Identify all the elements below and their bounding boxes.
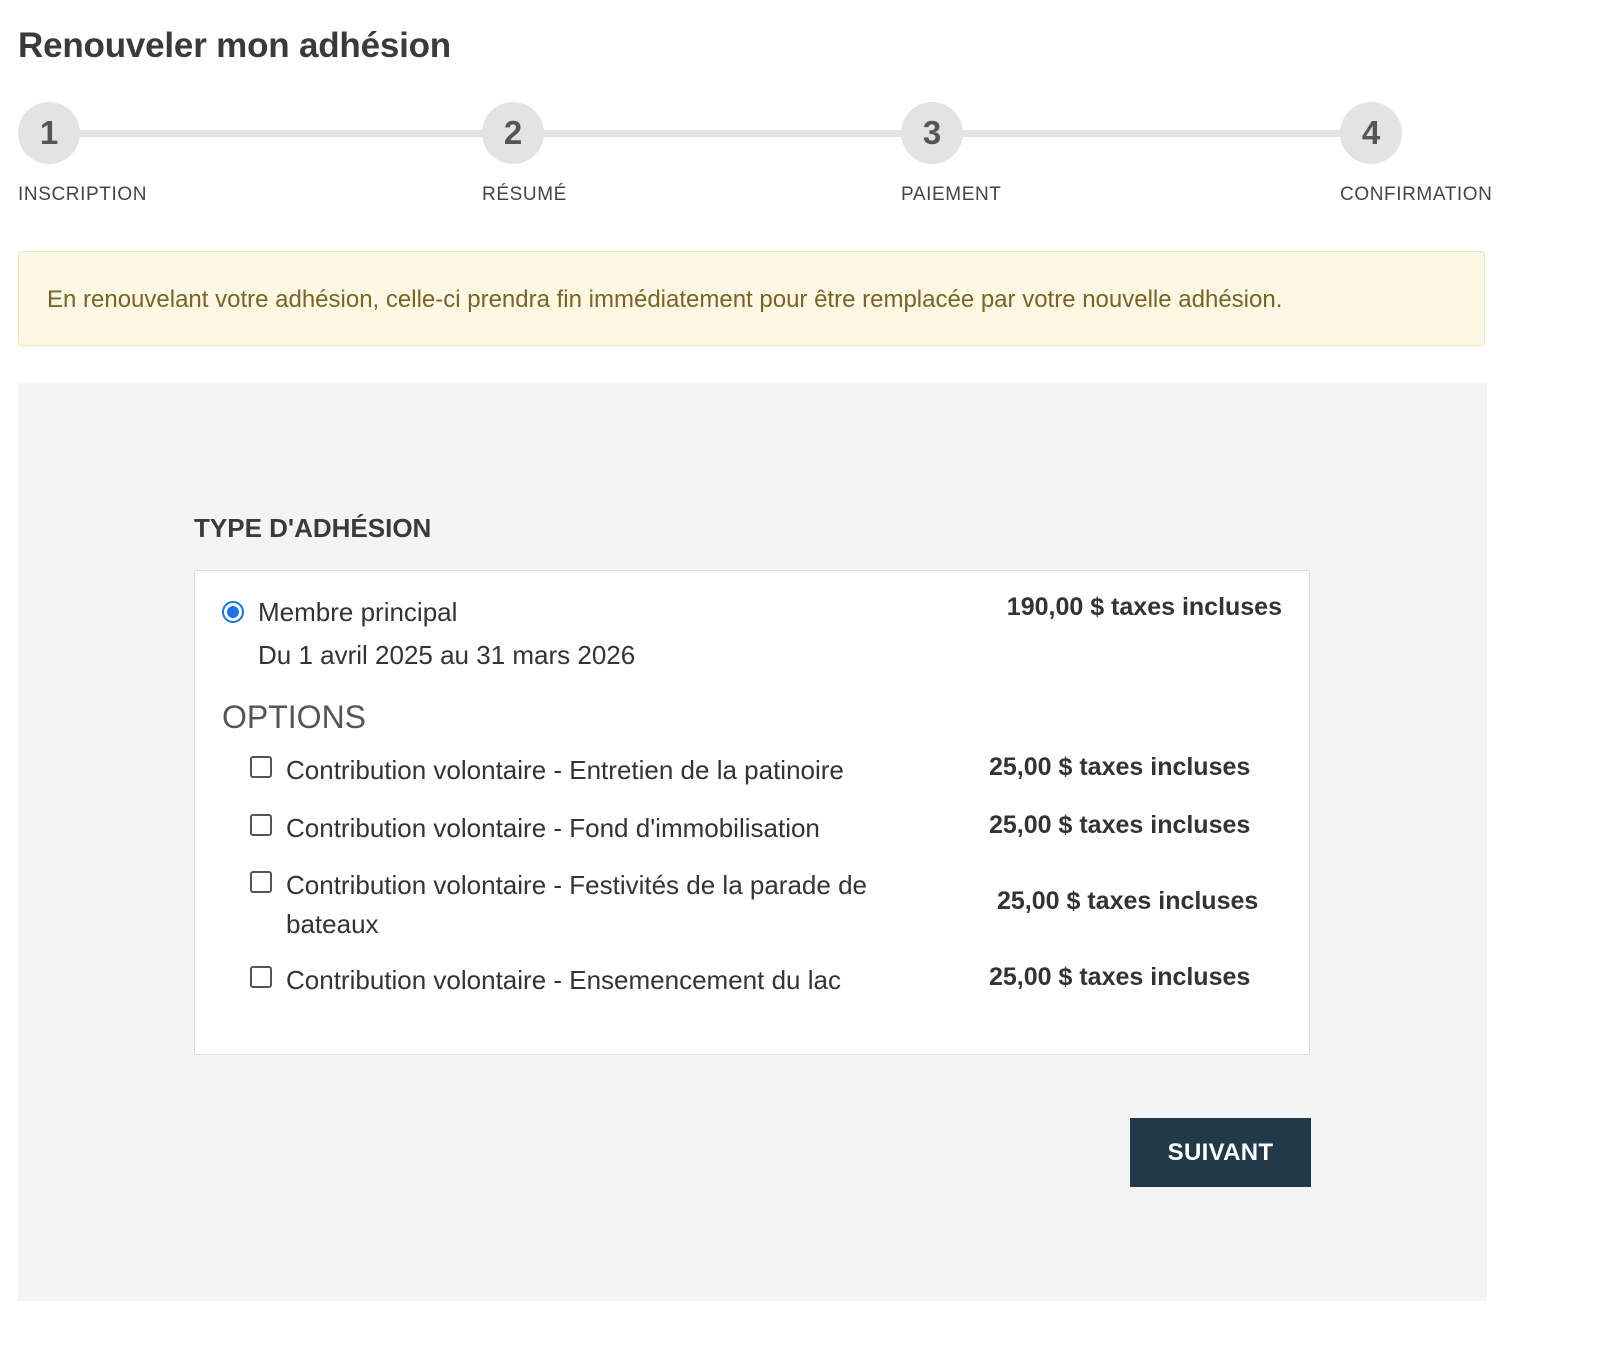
- step-number: 1: [18, 102, 80, 164]
- step-resume: 2 RÉSUMÉ: [482, 102, 566, 205]
- membership-radio[interactable]: [222, 601, 244, 623]
- step-label: INSCRIPTION: [18, 184, 148, 205]
- membership-type-title: TYPE D'ADHÉSION: [194, 513, 432, 543]
- step-number: 4: [1340, 102, 1402, 164]
- membership-price: 190,00 $ taxes incluses: [1006, 593, 1282, 621]
- option-label[interactable]: Contribution volontaire - Festivités de …: [286, 866, 906, 944]
- step-label: RÉSUMÉ: [482, 184, 567, 205]
- membership-options-box: Membre principal Du 1 avril 2025 au 31 m…: [194, 570, 1310, 1055]
- membership-name[interactable]: Membre principal: [258, 597, 457, 628]
- step-inscription: 1 INSCRIPTION: [18, 102, 146, 205]
- option-checkbox[interactable]: [250, 814, 272, 836]
- next-button[interactable]: SUIVANT: [1130, 1118, 1311, 1187]
- step-paiement: 3 PAIEMENT: [901, 102, 1001, 205]
- option-price: 25,00 $ taxes incluses: [989, 963, 1251, 991]
- step-number: 2: [482, 102, 544, 164]
- option-label[interactable]: Contribution volontaire - Ensemencement …: [286, 961, 906, 1000]
- option-checkbox[interactable]: [250, 871, 272, 893]
- options-title: OPTIONS: [222, 699, 367, 735]
- step-label: CONFIRMATION: [1340, 184, 1493, 205]
- step-confirmation: 4 CONFIRMATION: [1340, 102, 1492, 205]
- step-label: PAIEMENT: [901, 184, 1002, 205]
- option-price: 25,00 $ taxes incluses: [989, 753, 1251, 781]
- option-label[interactable]: Contribution volontaire - Fond d'immobil…: [286, 809, 906, 848]
- progress-stepper: 1 INSCRIPTION 2 RÉSUMÉ 3 PAIEMENT 4 CONF…: [18, 102, 1492, 212]
- renewal-notice: En renouvelant votre adhésion, celle-ci …: [18, 251, 1485, 346]
- membership-dates: Du 1 avril 2025 au 31 mars 2026: [258, 640, 636, 670]
- step-number: 3: [901, 102, 963, 164]
- option-checkbox[interactable]: [250, 966, 272, 988]
- option-price: 25,00 $ taxes incluses: [997, 887, 1259, 915]
- stepper-connector: [78, 130, 1342, 137]
- membership-form: TYPE D'ADHÉSION Membre principal Du 1 av…: [18, 383, 1487, 1301]
- option-price: 25,00 $ taxes incluses: [989, 811, 1251, 839]
- option-checkbox[interactable]: [250, 756, 272, 778]
- option-label[interactable]: Contribution volontaire - Entretien de l…: [286, 751, 906, 790]
- page-title: Renouveler mon adhésion: [18, 26, 451, 65]
